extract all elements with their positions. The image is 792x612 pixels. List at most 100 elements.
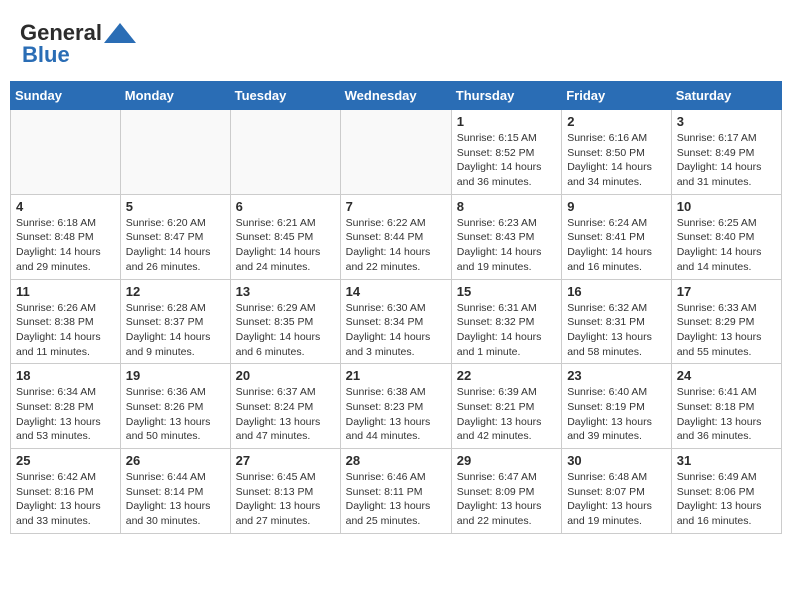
calendar-cell xyxy=(11,110,121,195)
week-row-2: 4 Sunrise: 6:18 AM Sunset: 8:48 PM Daylig… xyxy=(11,194,782,279)
day-number: 30 xyxy=(567,453,666,468)
logo-blue: Blue xyxy=(22,42,70,68)
calendar-cell: 18Sunrise: 6:34 AM Sunset: 8:28 PM Dayli… xyxy=(11,364,121,449)
day-info: Sunrise: 6:46 AM Sunset: 8:11 PM Dayligh… xyxy=(346,470,446,529)
calendar-cell: 11 Sunrise: 6:26 AM Sunset: 8:38 PM Dayli… xyxy=(11,279,121,364)
calendar-cell: 24 Sunrise: 6:41 AM Sunset: 8:18 PM Dayli… xyxy=(671,364,781,449)
day-number: 15 xyxy=(457,284,556,299)
day-number: 19 xyxy=(126,368,225,383)
day-number: 7 xyxy=(346,199,446,214)
weekday-header-saturday: Saturday xyxy=(671,82,781,110)
day-number: 26 xyxy=(126,453,225,468)
day-number: 1 xyxy=(457,114,556,129)
logo: General Blue xyxy=(20,20,136,68)
day-number: 31 xyxy=(677,453,776,468)
calendar-cell: 8 Sunrise: 6:23 AM Sunset: 8:43 PM Daylig… xyxy=(451,194,561,279)
calendar-cell: 23 Sunrise: 6:40 AM Sunset: 8:19 PM Dayli… xyxy=(562,364,672,449)
calendar-cell xyxy=(230,110,340,195)
calendar-cell: 31 Sunrise: 6:49 AM Sunset: 8:06 PM Dayli… xyxy=(671,449,781,534)
calendar-cell: 27 Sunrise: 6:45 AM Sunset: 8:13 PM Dayli… xyxy=(230,449,340,534)
week-row-1: 1 Sunrise: 6:15 AM Sunset: 8:52 PM Daylig… xyxy=(11,110,782,195)
day-number: 12 xyxy=(126,284,225,299)
day-info: Sunrise: 6:22 AM Sunset: 8:44 PM Dayligh… xyxy=(346,216,446,275)
day-info: Sunrise: 6:24 AM Sunset: 8:41 PM Dayligh… xyxy=(567,216,666,275)
week-row-4: 18Sunrise: 6:34 AM Sunset: 8:28 PM Dayli… xyxy=(11,364,782,449)
day-info: Sunrise: 6:20 AM Sunset: 8:47 PM Dayligh… xyxy=(126,216,225,275)
day-number: 3 xyxy=(677,114,776,129)
day-number: 13 xyxy=(236,284,335,299)
calendar-cell: 20 Sunrise: 6:37 AM Sunset: 8:24 PM Dayli… xyxy=(230,364,340,449)
day-info: Sunrise: 6:38 AM Sunset: 8:23 PM Dayligh… xyxy=(346,385,446,444)
day-info: Sunrise: 6:47 AM Sunset: 8:09 PM Dayligh… xyxy=(457,470,556,529)
calendar-cell: 21Sunrise: 6:38 AM Sunset: 8:23 PM Dayli… xyxy=(340,364,451,449)
weekday-header-row: SundayMondayTuesdayWednesdayThursdayFrid… xyxy=(11,82,782,110)
calendar-cell: 26 Sunrise: 6:44 AM Sunset: 8:14 PM Dayli… xyxy=(120,449,230,534)
calendar-cell: 1 Sunrise: 6:15 AM Sunset: 8:52 PM Daylig… xyxy=(451,110,561,195)
week-row-5: 25Sunrise: 6:42 AM Sunset: 8:16 PM Dayli… xyxy=(11,449,782,534)
calendar-cell: 12Sunrise: 6:28 AM Sunset: 8:37 PM Dayli… xyxy=(120,279,230,364)
calendar-cell: 19 Sunrise: 6:36 AM Sunset: 8:26 PM Dayli… xyxy=(120,364,230,449)
day-number: 9 xyxy=(567,199,666,214)
calendar-cell: 5 Sunrise: 6:20 AM Sunset: 8:47 PM Daylig… xyxy=(120,194,230,279)
week-row-3: 11 Sunrise: 6:26 AM Sunset: 8:38 PM Dayli… xyxy=(11,279,782,364)
day-number: 11 xyxy=(16,284,115,299)
day-number: 17 xyxy=(677,284,776,299)
calendar-cell: 14 Sunrise: 6:30 AM Sunset: 8:34 PM Dayli… xyxy=(340,279,451,364)
day-number: 16 xyxy=(567,284,666,299)
day-info: Sunrise: 6:45 AM Sunset: 8:13 PM Dayligh… xyxy=(236,470,335,529)
day-info: Sunrise: 6:26 AM Sunset: 8:38 PM Dayligh… xyxy=(16,301,115,360)
day-info: Sunrise: 6:15 AM Sunset: 8:52 PM Dayligh… xyxy=(457,131,556,190)
day-info: Sunrise: 6:31 AM Sunset: 8:32 PM Dayligh… xyxy=(457,301,556,360)
day-info: Sunrise: 6:48 AM Sunset: 8:07 PM Dayligh… xyxy=(567,470,666,529)
day-info: Sunrise: 6:40 AM Sunset: 8:19 PM Dayligh… xyxy=(567,385,666,444)
day-info: Sunrise: 6:39 AM Sunset: 8:21 PM Dayligh… xyxy=(457,385,556,444)
day-number: 27 xyxy=(236,453,335,468)
day-info: Sunrise: 6:36 AM Sunset: 8:26 PM Dayligh… xyxy=(126,385,225,444)
day-number: 6 xyxy=(236,199,335,214)
day-info: Sunrise: 6:29 AM Sunset: 8:35 PM Dayligh… xyxy=(236,301,335,360)
day-info: Sunrise: 6:49 AM Sunset: 8:06 PM Dayligh… xyxy=(677,470,776,529)
calendar-cell: 16 Sunrise: 6:32 AM Sunset: 8:31 PM Dayli… xyxy=(562,279,672,364)
weekday-header-friday: Friday xyxy=(562,82,672,110)
day-info: Sunrise: 6:23 AM Sunset: 8:43 PM Dayligh… xyxy=(457,216,556,275)
calendar-cell: 15 Sunrise: 6:31 AM Sunset: 8:32 PM Dayli… xyxy=(451,279,561,364)
day-info: Sunrise: 6:44 AM Sunset: 8:14 PM Dayligh… xyxy=(126,470,225,529)
weekday-header-monday: Monday xyxy=(120,82,230,110)
day-info: Sunrise: 6:34 AM Sunset: 8:28 PM Dayligh… xyxy=(16,385,115,444)
day-info: Sunrise: 6:33 AM Sunset: 8:29 PM Dayligh… xyxy=(677,301,776,360)
calendar-cell: 13 Sunrise: 6:29 AM Sunset: 8:35 PM Dayli… xyxy=(230,279,340,364)
weekday-header-sunday: Sunday xyxy=(11,82,121,110)
day-number: 28 xyxy=(346,453,446,468)
day-info: Sunrise: 6:32 AM Sunset: 8:31 PM Dayligh… xyxy=(567,301,666,360)
calendar-cell: 2 Sunrise: 6:16 AM Sunset: 8:50 PM Daylig… xyxy=(562,110,672,195)
day-number: 20 xyxy=(236,368,335,383)
day-info: Sunrise: 6:16 AM Sunset: 8:50 PM Dayligh… xyxy=(567,131,666,190)
day-number: 10 xyxy=(677,199,776,214)
day-number: 2 xyxy=(567,114,666,129)
calendar-cell: 9 Sunrise: 6:24 AM Sunset: 8:41 PM Daylig… xyxy=(562,194,672,279)
day-number: 14 xyxy=(346,284,446,299)
day-number: 24 xyxy=(677,368,776,383)
calendar-cell: 30 Sunrise: 6:48 AM Sunset: 8:07 PM Dayli… xyxy=(562,449,672,534)
calendar-cell: 17 Sunrise: 6:33 AM Sunset: 8:29 PM Dayli… xyxy=(671,279,781,364)
calendar-cell: 28 Sunrise: 6:46 AM Sunset: 8:11 PM Dayli… xyxy=(340,449,451,534)
calendar-cell: 25Sunrise: 6:42 AM Sunset: 8:16 PM Dayli… xyxy=(11,449,121,534)
day-number: 5 xyxy=(126,199,225,214)
day-number: 23 xyxy=(567,368,666,383)
calendar-cell: 6Sunrise: 6:21 AM Sunset: 8:45 PM Daylig… xyxy=(230,194,340,279)
day-number: 29 xyxy=(457,453,556,468)
day-info: Sunrise: 6:18 AM Sunset: 8:48 PM Dayligh… xyxy=(16,216,115,275)
day-info: Sunrise: 6:37 AM Sunset: 8:24 PM Dayligh… xyxy=(236,385,335,444)
weekday-header-wednesday: Wednesday xyxy=(340,82,451,110)
logo-icon xyxy=(104,23,136,43)
day-number: 25 xyxy=(16,453,115,468)
day-number: 4 xyxy=(16,199,115,214)
day-info: Sunrise: 6:30 AM Sunset: 8:34 PM Dayligh… xyxy=(346,301,446,360)
calendar-cell xyxy=(120,110,230,195)
day-info: Sunrise: 6:41 AM Sunset: 8:18 PM Dayligh… xyxy=(677,385,776,444)
calendar-cell: 7 Sunrise: 6:22 AM Sunset: 8:44 PM Daylig… xyxy=(340,194,451,279)
calendar-cell: 4 Sunrise: 6:18 AM Sunset: 8:48 PM Daylig… xyxy=(11,194,121,279)
day-number: 8 xyxy=(457,199,556,214)
calendar-table: SundayMondayTuesdayWednesdayThursdayFrid… xyxy=(10,81,782,534)
calendar-cell: 10Sunrise: 6:25 AM Sunset: 8:40 PM Dayli… xyxy=(671,194,781,279)
